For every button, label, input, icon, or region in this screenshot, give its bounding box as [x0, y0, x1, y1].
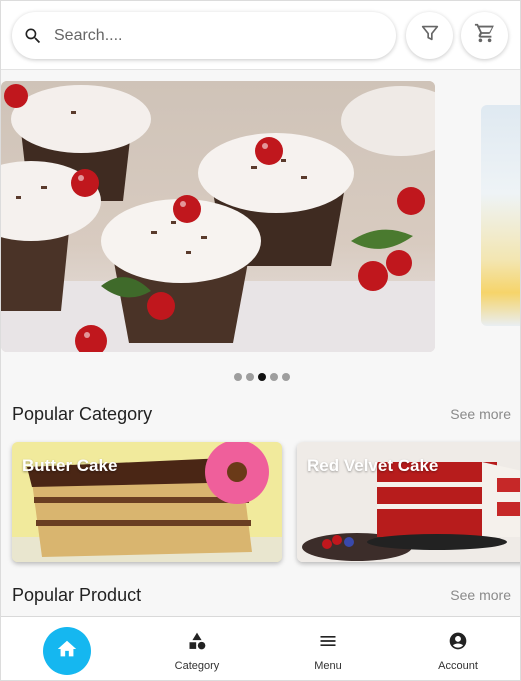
popular-category-see-more[interactable]: See more: [450, 406, 511, 422]
carousel-indicator: [234, 373, 290, 381]
category-card-label: Butter Cake: [22, 456, 118, 475]
nav-home-button[interactable]: [43, 627, 91, 675]
filter-icon: [419, 22, 441, 49]
category-icon: [187, 631, 207, 656]
nav-menu-label: Menu: [314, 660, 342, 672]
search-icon: [22, 25, 44, 47]
nav-account-label: Account: [438, 660, 478, 672]
cart-icon: [474, 22, 496, 49]
nav-category-label: Category: [174, 660, 220, 672]
carousel-dot[interactable]: [282, 373, 290, 381]
cart-button[interactable]: [461, 12, 508, 59]
carousel-dot[interactable]: [234, 373, 242, 381]
popular-product-title: Popular Product: [12, 585, 142, 605]
filter-button[interactable]: [406, 12, 453, 59]
account-icon: [448, 631, 468, 656]
popular-product-see-more[interactable]: See more: [450, 587, 511, 603]
app-screen: Popular Category See more Butter Cake: [0, 0, 521, 681]
search-bar[interactable]: [12, 12, 396, 59]
popular-category-title: Popular Category: [12, 404, 153, 424]
carousel-dot[interactable]: [270, 373, 278, 381]
carousel-dot[interactable]: [246, 373, 254, 381]
category-card-label: Red Velvet Cake: [307, 456, 439, 475]
category-card-butter-cake[interactable]: Butter Cake: [12, 442, 282, 562]
nav-category[interactable]: Category: [157, 631, 237, 672]
bottom-navigation: Category Menu Account: [1, 616, 520, 680]
carousel-slide-active[interactable]: [1, 81, 435, 352]
menu-icon: [318, 631, 338, 656]
cupcakes-image: [1, 81, 435, 352]
home-icon: [56, 638, 78, 665]
category-card-red-velvet-cake[interactable]: Red Velvet Cake: [297, 442, 520, 562]
carousel-slide-next[interactable]: [481, 105, 520, 326]
top-bar: [1, 1, 520, 70]
nav-account[interactable]: Account: [418, 631, 498, 672]
nav-menu[interactable]: Menu: [288, 631, 368, 672]
search-input[interactable]: [54, 26, 354, 45]
carousel-dot-active[interactable]: [258, 373, 266, 381]
